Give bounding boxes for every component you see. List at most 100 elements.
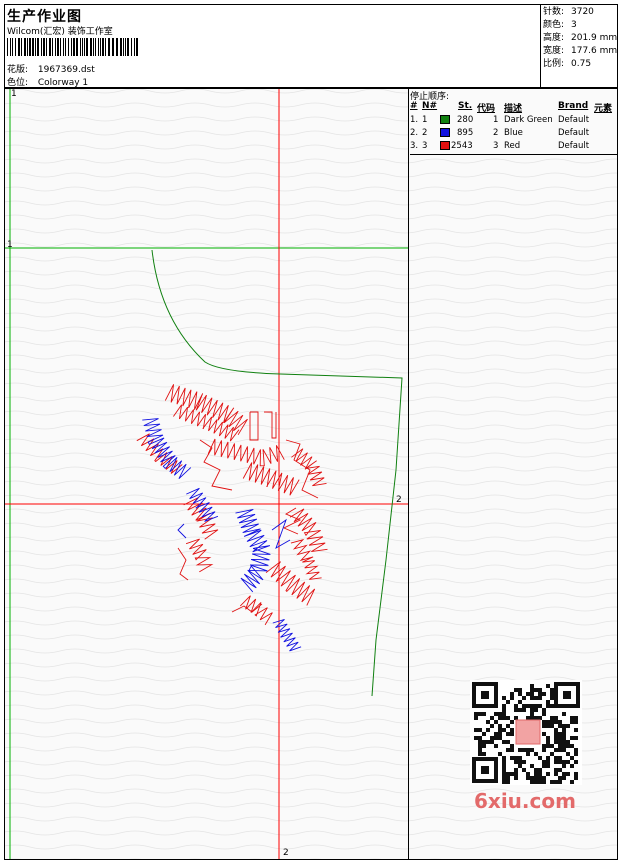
- qr-cell: [478, 748, 482, 752]
- qr-cell: [570, 720, 574, 724]
- qr-cell: [506, 772, 510, 776]
- qr-cell: [526, 776, 530, 780]
- qr-cell: [514, 708, 518, 712]
- qr-cell: [566, 744, 570, 748]
- qr-cell: [574, 720, 578, 724]
- production-worksheet: 生产作业图 Wilcom(汇宏) 装饰工作室 花版: 1967369.dst 色…: [0, 0, 620, 861]
- qr-cell: [482, 712, 486, 716]
- qr-cell: [574, 760, 578, 764]
- qr-cell: [574, 752, 578, 756]
- col-element: 元素: [594, 104, 613, 114]
- qr-cell: [498, 736, 502, 740]
- qr-cell: [574, 776, 578, 780]
- canvas-texture: [5, 89, 408, 859]
- qr-cell: [518, 760, 522, 764]
- qr-cell: [550, 780, 554, 784]
- qr-cell: [494, 736, 498, 740]
- col-code: 代码: [477, 104, 496, 114]
- qr-cell: [534, 772, 538, 776]
- qr-cell: [526, 752, 530, 756]
- qr-cell: [510, 720, 514, 724]
- qr-cell: [534, 768, 538, 772]
- qr-cell: [566, 772, 570, 776]
- qr-cell: [518, 688, 522, 692]
- axis-label-bottom: 2: [283, 848, 289, 858]
- qr-cell: [530, 748, 534, 752]
- qr-cell: [526, 692, 530, 696]
- qr-cell: [550, 692, 554, 696]
- qr-cell: [506, 776, 510, 780]
- qr-cell: [554, 728, 558, 732]
- qr-cell: [550, 688, 554, 692]
- qr-cell: [534, 688, 538, 692]
- watermark: 6xiu.com: [474, 789, 576, 813]
- qr-cell: [510, 728, 514, 732]
- qr-cell: [542, 748, 546, 752]
- qr-cell: [558, 776, 562, 780]
- qr-cell: [558, 748, 562, 752]
- qr-cell: [478, 744, 482, 748]
- qr-cell: [546, 756, 550, 760]
- qr-cell: [554, 780, 558, 784]
- qr-cell: [554, 720, 558, 724]
- qr-cell: [546, 764, 550, 768]
- qr-cell: [554, 716, 558, 720]
- qr-cell: [558, 756, 562, 760]
- qr-cell: [502, 756, 506, 760]
- qr-cell: [530, 688, 534, 692]
- qr-cell: [498, 724, 502, 728]
- qr-cell: [538, 716, 542, 720]
- col-description: 描述: [504, 104, 523, 114]
- qr-cell: [530, 692, 534, 696]
- qr-cell: [474, 728, 478, 732]
- qr-cell: [538, 772, 542, 776]
- qr-cell: [486, 728, 490, 732]
- qr-cell: [566, 760, 570, 764]
- qr-cell: [482, 740, 486, 744]
- qr-cell: [502, 716, 506, 720]
- qr-cell: [514, 768, 518, 772]
- qr-cell: [570, 716, 574, 720]
- swatch-red: [440, 141, 450, 150]
- qr-cell: [522, 696, 526, 700]
- qr-cell: [558, 720, 562, 724]
- axis-label-right: 2: [396, 495, 402, 505]
- qr-cell: [550, 724, 554, 728]
- qr-cell: [486, 740, 490, 744]
- qr-cell: [542, 744, 546, 748]
- qr-cell: [502, 704, 506, 708]
- qr-cell: [534, 752, 538, 756]
- qr-cell: [538, 756, 542, 760]
- qr-cell: [514, 756, 518, 760]
- qr-cell: [474, 736, 478, 740]
- qr-cell: [542, 724, 546, 728]
- qr-cell: [542, 780, 546, 784]
- qr-cell: [534, 780, 538, 784]
- qr-cell: [534, 708, 538, 712]
- qr-cell: [490, 740, 494, 744]
- col-brand: Brand: [558, 101, 589, 111]
- qr-cell: [570, 764, 574, 768]
- qr-cell: [526, 704, 530, 708]
- qr-cell: [534, 776, 538, 780]
- qr-cell: [546, 740, 550, 744]
- qr-cell: [558, 780, 562, 784]
- qr-cell: [574, 748, 578, 752]
- qr-cell: [542, 776, 546, 780]
- qr-cell: [562, 740, 566, 744]
- qr-cell: [526, 716, 530, 720]
- qr-cell: [478, 752, 482, 756]
- qr-cell: [554, 748, 558, 752]
- qr-cell: [482, 732, 486, 736]
- qr-cell: [574, 772, 578, 776]
- qr-cell: [558, 768, 562, 772]
- qr-cell: [542, 712, 546, 716]
- qr-cell: [498, 728, 502, 732]
- qr-cell: [518, 708, 522, 712]
- qr-cell: [546, 704, 550, 708]
- qr-cell: [570, 736, 574, 740]
- qr-cell: [498, 732, 502, 736]
- qr-cell: [490, 716, 494, 720]
- color-row-3: 3. 3 2543 3 Red Default: [410, 141, 590, 151]
- col-stitches: St.: [458, 101, 473, 111]
